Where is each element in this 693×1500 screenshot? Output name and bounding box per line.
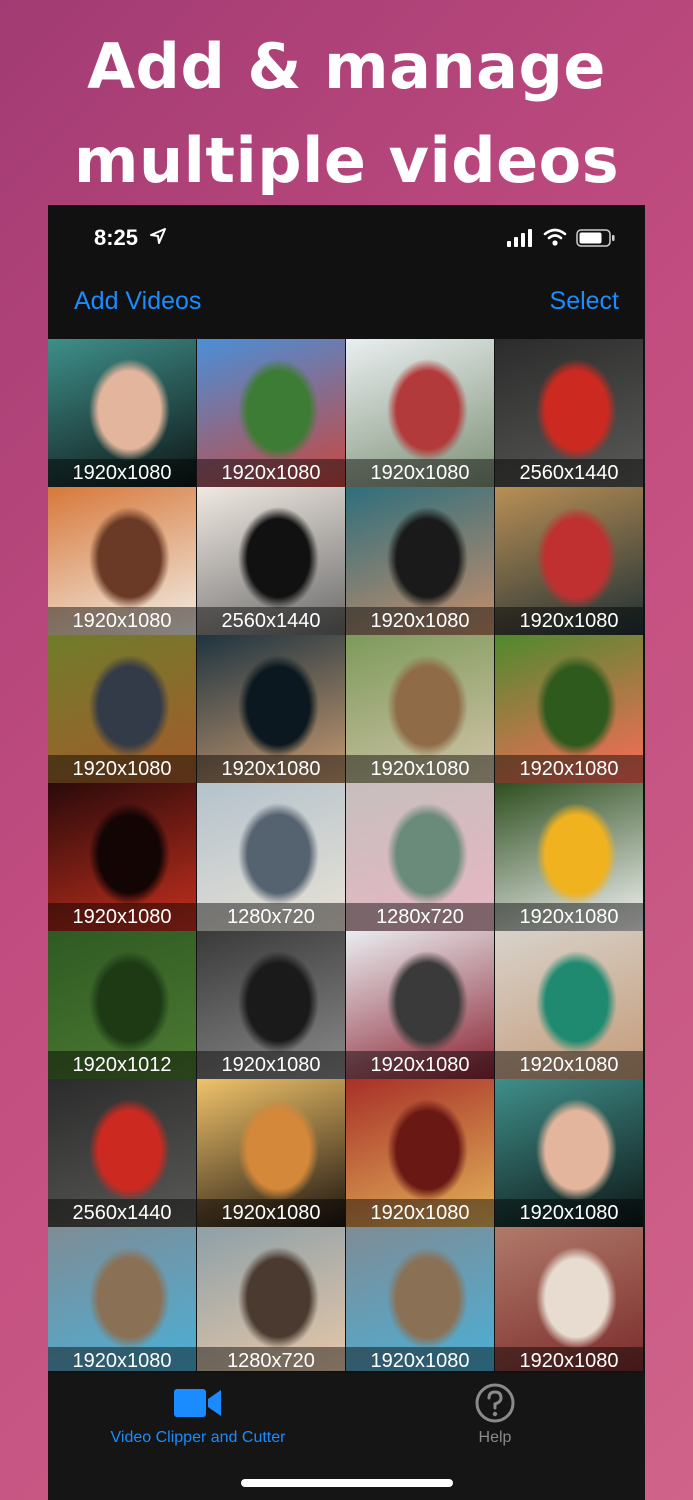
battery-icon [576, 229, 615, 247]
video-thumbnail-item[interactable]: 1920x1080 [495, 635, 643, 783]
video-thumbnail-item[interactable]: 1920x1080 [495, 1227, 643, 1371]
video-thumbnail-item[interactable]: 1920x1080 [197, 635, 345, 783]
video-resolution-label: 1920x1080 [48, 459, 196, 487]
video-grid: 1920x1080 1920x1080 1920x1080 2560x1440 1920… [48, 339, 645, 1371]
video-resolution-label: 1920x1080 [197, 1199, 345, 1227]
headline-line-2: multiple videos [73, 124, 620, 197]
video-thumbnail-item[interactable]: 2560x1440 [48, 1079, 196, 1227]
video-thumbnail-item[interactable]: 1920x1080 [495, 783, 643, 931]
video-thumbnail-item[interactable]: 1920x1080 [495, 487, 643, 635]
video-resolution-label: 1280x720 [197, 1347, 345, 1371]
video-resolution-label: 1920x1080 [346, 607, 494, 635]
video-thumbnail-item[interactable]: 1920x1080 [197, 339, 345, 487]
video-thumbnail-item[interactable]: 1920x1080 [48, 635, 196, 783]
cellular-signal-icon [507, 229, 532, 247]
location-arrow-icon [150, 228, 166, 244]
promo-headline: Add & manage multiple videos [0, 20, 693, 208]
status-time: 8:25 [94, 225, 139, 250]
video-thumbnail-item[interactable]: 1920x1080 [346, 1079, 494, 1227]
video-resolution-label: 1920x1080 [197, 755, 345, 783]
video-resolution-label: 1920x1080 [197, 459, 345, 487]
video-resolution-label: 1920x1080 [197, 1051, 345, 1079]
video-thumbnail-item[interactable]: 1920x1080 [48, 487, 196, 635]
tab-help-label: Help [478, 1429, 512, 1446]
video-thumbnail-item[interactable]: 1280x720 [346, 783, 494, 931]
home-indicator [241, 1479, 453, 1487]
tab-video-clipper[interactable]: Video Clipper and Cutter [58, 1373, 338, 1463]
video-thumbnail-item[interactable]: 1920x1080 [48, 1227, 196, 1371]
video-camera-icon [174, 1389, 221, 1417]
video-thumbnail-item[interactable]: 1920x1080 [197, 931, 345, 1079]
video-thumbnail-item[interactable]: 1920x1080 [495, 1079, 643, 1227]
video-thumbnail-item[interactable]: 1920x1080 [346, 1227, 494, 1371]
help-circle-icon [475, 1383, 515, 1423]
video-resolution-label: 1920x1080 [346, 1199, 494, 1227]
video-thumbnail-item[interactable]: 1920x1080 [197, 1079, 345, 1227]
status-bar: 8:25 [48, 205, 645, 269]
video-thumbnail-item[interactable]: 1920x1012 [48, 931, 196, 1079]
phone-screen: 8:25 Add Videos Select 1920x1080 1920x108… [48, 205, 645, 1500]
headline-line-1: Add & manage [87, 30, 606, 103]
video-resolution-label: 1920x1080 [495, 755, 643, 783]
add-videos-button[interactable]: Add Videos [74, 287, 201, 316]
select-button[interactable]: Select [550, 287, 619, 316]
video-resolution-label: 1920x1080 [495, 1051, 643, 1079]
video-resolution-label: 2560x1440 [495, 459, 643, 487]
video-resolution-label: 1920x1080 [495, 607, 643, 635]
video-resolution-label: 1920x1080 [346, 1051, 494, 1079]
video-resolution-label: 1920x1080 [495, 903, 643, 931]
video-thumbnail-item[interactable]: 1920x1080 [48, 339, 196, 487]
wifi-icon [543, 228, 567, 246]
video-thumbnail-item[interactable]: 1280x720 [197, 783, 345, 931]
video-resolution-label: 1920x1080 [48, 755, 196, 783]
video-resolution-label: 2560x1440 [197, 607, 345, 635]
video-thumbnail-item[interactable]: 1920x1080 [346, 339, 494, 487]
video-thumbnail-item[interactable]: 1920x1080 [346, 931, 494, 1079]
tab-video-clipper-label: Video Clipper and Cutter [110, 1429, 286, 1446]
video-thumbnail-item[interactable]: 1920x1080 [346, 635, 494, 783]
video-thumbnail-item[interactable]: 1920x1080 [48, 783, 196, 931]
navigation-bar: Add Videos Select [48, 269, 645, 339]
video-resolution-label: 1920x1012 [48, 1051, 196, 1079]
video-resolution-label: 2560x1440 [48, 1199, 196, 1227]
video-thumbnail-item[interactable]: 1920x1080 [346, 487, 494, 635]
video-thumbnail-item[interactable]: 2560x1440 [495, 339, 643, 487]
video-thumbnail-item[interactable]: 2560x1440 [197, 487, 345, 635]
video-resolution-label: 1920x1080 [48, 903, 196, 931]
video-resolution-label: 1920x1080 [495, 1199, 643, 1227]
video-resolution-label: 1280x720 [346, 903, 494, 931]
video-resolution-label: 1920x1080 [346, 755, 494, 783]
video-thumbnail-item[interactable]: 1280x720 [197, 1227, 345, 1371]
video-resolution-label: 1920x1080 [48, 1347, 196, 1371]
video-resolution-label: 1280x720 [197, 903, 345, 931]
video-resolution-label: 1920x1080 [346, 459, 494, 487]
video-resolution-label: 1920x1080 [495, 1347, 643, 1371]
tab-help[interactable]: Help [355, 1373, 635, 1463]
video-resolution-label: 1920x1080 [48, 607, 196, 635]
video-resolution-label: 1920x1080 [346, 1347, 494, 1371]
video-thumbnail-item[interactable]: 1920x1080 [495, 931, 643, 1079]
